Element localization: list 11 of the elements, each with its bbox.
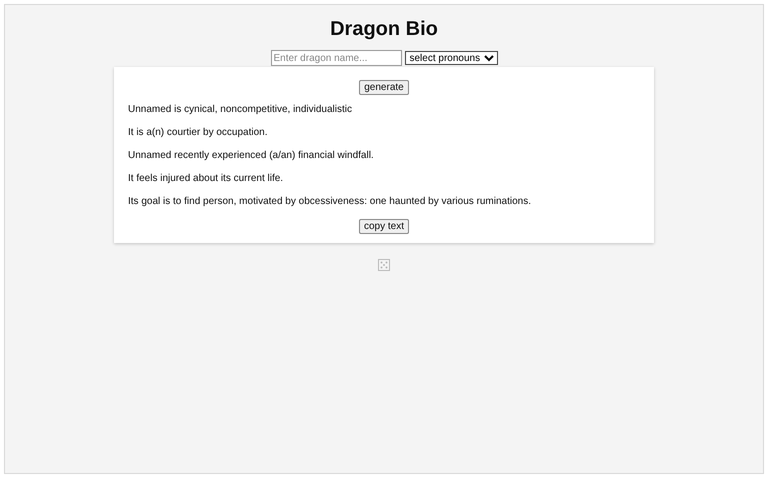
bio-line: Its goal is to find person, motivated by obcessiveness: one haunted by various ruminations.	[128, 196, 532, 208]
dice-icon[interactable]	[378, 259, 390, 271]
name-input[interactable]: Enter dragon name...	[270, 50, 402, 66]
pronoun-select[interactable]: select pronouns	[404, 51, 498, 65]
bio-line: It is a(n) courtier by occupation.	[128, 127, 269, 139]
bio-line: Unnamed recently experienced (a/an) financial windfall.	[128, 150, 375, 162]
generate-button[interactable]: generate	[359, 80, 409, 95]
copy-button[interactable]: copy text	[358, 219, 410, 234]
bio-line: It feels injured about its current life.	[128, 173, 284, 185]
page-title: Dragon Bio	[330, 18, 438, 41]
bio-line: Unnamed is cynical, noncompetitive, individualistic	[128, 104, 353, 116]
